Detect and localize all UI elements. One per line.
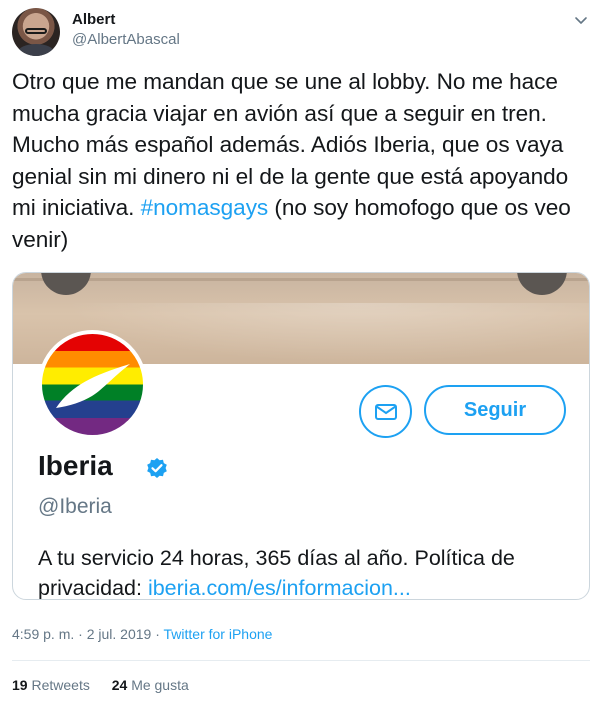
divider [12, 660, 590, 661]
verified-badge-icon [147, 458, 167, 478]
author-name[interactable]: Albert [72, 11, 115, 28]
profile-bio-link: iberia.com/es/informacion... [147, 576, 411, 600]
hashtag-link[interactable]: #nomasgays [141, 195, 269, 220]
tweet-meta: 4:59 p. m. · 2 jul. 2019 · Twitter for i… [12, 626, 272, 642]
likes-stat[interactable]: 24 Me gusta [112, 677, 189, 693]
tweet-text: Otro que me mandan que se une al lobby. … [12, 66, 592, 255]
tweet-timestamp[interactable]: 4:59 p. m. · 2 jul. 2019 · [12, 626, 164, 642]
mail-icon [374, 403, 397, 420]
tweet: Albert @AlbertAbascal Otro que me mandan… [0, 0, 602, 701]
tweet-source-link[interactable]: Twitter for iPhone [164, 626, 273, 642]
message-button [359, 385, 412, 438]
more-icon [517, 273, 567, 295]
profile-name: Iberia [38, 450, 113, 481]
iberia-pride-logo [38, 330, 147, 439]
back-icon [41, 273, 91, 295]
retweets-stat[interactable]: 19 Retweets [12, 677, 90, 693]
likes-count: 24 [111, 677, 128, 693]
author-handle[interactable]: @AlbertAbascal [72, 31, 180, 48]
tweet-stats: 19 Retweets 24 Me gusta [12, 677, 207, 693]
likes-label: Me gusta [131, 677, 189, 693]
caret-down-icon[interactable] [573, 12, 589, 28]
profile-handle: @Iberia [38, 495, 112, 518]
retweets-count: 19 [12, 677, 28, 693]
avatar[interactable] [12, 8, 60, 56]
iberia-wing-icon [56, 364, 130, 408]
banner-horizon [13, 278, 589, 281]
avatar-shirt [18, 44, 54, 56]
follow-button: Seguir [424, 385, 566, 435]
profile-bio: A tu servicio 24 horas, 365 días al año.… [38, 543, 578, 600]
embedded-image-card[interactable]: Seguir Iberia @Iberia A tu servicio 24 h… [12, 272, 590, 600]
retweets-label: Retweets [31, 677, 90, 693]
avatar-glasses [25, 28, 47, 34]
